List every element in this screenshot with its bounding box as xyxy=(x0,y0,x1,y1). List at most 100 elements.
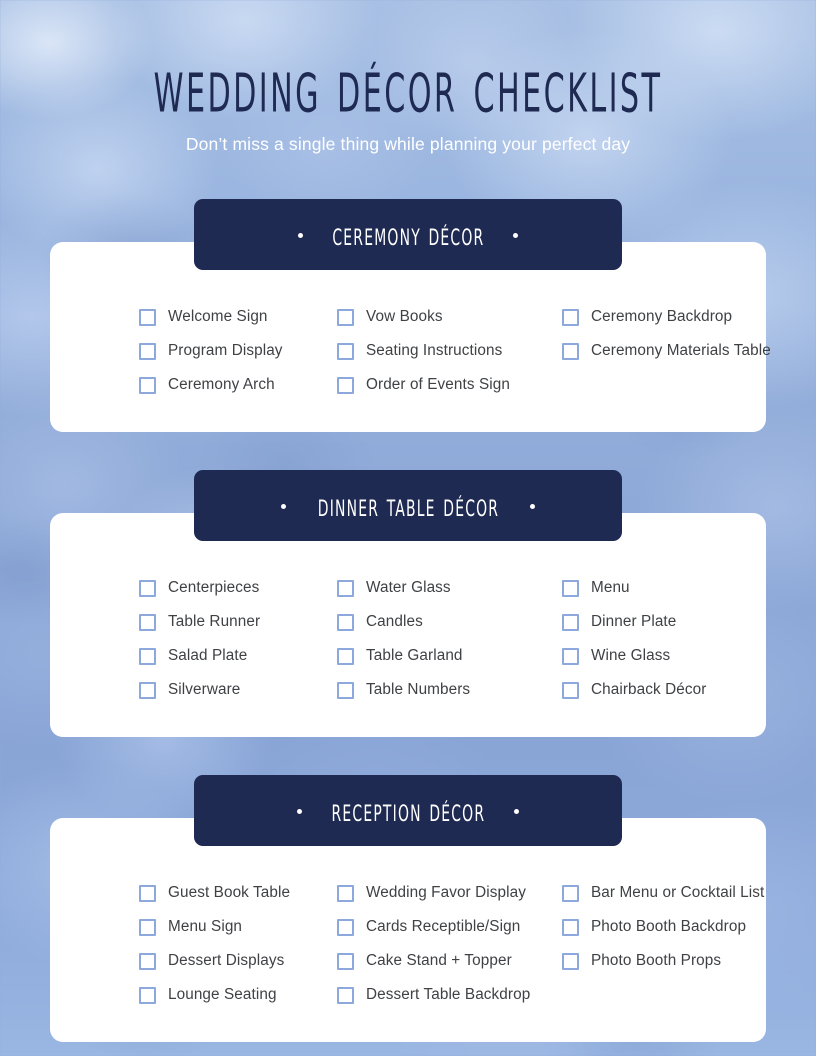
checklist-item-label: Photo Booth Props xyxy=(591,952,722,970)
page-subtitle: Don’t miss a single thing while planning… xyxy=(185,134,631,155)
checklist-item[interactable]: Bar Menu or Cocktail List xyxy=(562,876,764,910)
checklist-item-label: Wine Glass xyxy=(591,647,671,665)
checklist-item-label: Silverware xyxy=(168,681,241,699)
section-dinner: Dinner Table Décor Centerpieces Water Glas… xyxy=(0,470,816,738)
checkbox-icon[interactable] xyxy=(562,952,579,970)
checklist-item-label: Ceremony Materials Table xyxy=(591,342,771,360)
checklist-item-label: Guest Book Table xyxy=(168,884,291,902)
checkbox-icon[interactable] xyxy=(337,579,354,597)
checklist-item-label: Candles xyxy=(366,613,423,631)
checklist-item[interactable]: Water Glass xyxy=(337,571,562,605)
section-title-reception: Reception Décor xyxy=(331,792,485,830)
checklist-item[interactable]: Wine Glass xyxy=(562,639,746,673)
items-grid-ceremony: Welcome Sign Vow Books Ceremony Backdrop Pr… xyxy=(50,300,771,402)
checkbox-icon[interactable] xyxy=(337,681,354,699)
checklist-item[interactable]: Table Runner xyxy=(139,605,337,639)
checkbox-icon[interactable] xyxy=(337,376,354,394)
checklist-item[interactable]: Table Numbers xyxy=(337,673,562,707)
checkbox-icon[interactable] xyxy=(337,986,354,1004)
checklist-item[interactable]: Photo Booth Backdrop xyxy=(562,910,764,944)
checklist-item[interactable]: Vow Books xyxy=(337,300,562,334)
checklist-item-label: Vow Books xyxy=(366,308,443,326)
checklist-item[interactable]: Silverware xyxy=(139,673,337,707)
checklist-item[interactable]: Salad Plate xyxy=(139,639,337,673)
checklist-item[interactable]: Ceremony Backdrop xyxy=(562,300,771,334)
checkbox-icon[interactable] xyxy=(562,613,579,631)
checkbox-icon[interactable] xyxy=(139,647,156,665)
checkbox-icon[interactable] xyxy=(337,647,354,665)
checklist-item-label: Photo Booth Backdrop xyxy=(591,918,747,936)
checklist-item[interactable]: Ceremony Arch xyxy=(139,368,337,402)
checkbox-icon[interactable] xyxy=(139,986,156,1004)
checklist-item-label: Dessert Table Backdrop xyxy=(366,986,531,1004)
checklist-item[interactable]: Cake Stand + Topper xyxy=(337,944,562,978)
checkbox-icon[interactable] xyxy=(562,342,579,360)
checklist-item[interactable]: Order of Events Sign xyxy=(337,368,562,402)
checkbox-icon[interactable] xyxy=(139,579,156,597)
checklist-item-label: Cake Stand + Topper xyxy=(366,952,512,970)
checklist-item-label: Table Numbers xyxy=(366,681,471,699)
checklist-item[interactable]: Dessert Table Backdrop xyxy=(337,978,562,1012)
checkbox-icon[interactable] xyxy=(337,884,354,902)
page-header: Wedding Décor Checklist Don’t miss a sin… xyxy=(0,0,816,155)
checkbox-icon[interactable] xyxy=(562,681,579,699)
checkbox-icon[interactable] xyxy=(139,342,156,360)
checkbox-icon[interactable] xyxy=(139,681,156,699)
checklist-item-label: Order of Events Sign xyxy=(366,376,510,394)
section-header-ceremony: Ceremony Décor xyxy=(194,199,622,271)
checkbox-icon[interactable] xyxy=(139,613,156,631)
checklist-item[interactable]: Table Garland xyxy=(337,639,562,673)
checkbox-icon[interactable] xyxy=(562,579,579,597)
checklist-item[interactable]: Lounge Seating xyxy=(139,978,337,1012)
checkbox-icon[interactable] xyxy=(562,308,579,326)
checklist-item[interactable]: Dessert Displays xyxy=(139,944,337,978)
checklist-item[interactable]: Program Display xyxy=(139,334,337,368)
checklist-item[interactable]: Menu Sign xyxy=(139,910,337,944)
checklist-item[interactable]: Cards Receptible/Sign xyxy=(337,910,562,944)
checkbox-icon[interactable] xyxy=(337,342,354,360)
checklist-item[interactable]: Candles xyxy=(337,605,562,639)
checklist-item-label: Water Glass xyxy=(366,579,451,597)
checkbox-icon[interactable] xyxy=(337,308,354,326)
section-card-reception: Guest Book Table Wedding Favor Display Bar… xyxy=(50,818,766,1043)
checklist-item[interactable]: Welcome Sign xyxy=(139,300,337,334)
checklist-item-label: Lounge Seating xyxy=(168,986,277,1004)
checkbox-icon[interactable] xyxy=(337,613,354,631)
checklist-item[interactable]: Ceremony Materials Table xyxy=(562,334,771,368)
sections-container: Ceremony Décor Welcome Sign Vow Books Cerem… xyxy=(0,199,816,1043)
checkbox-icon[interactable] xyxy=(139,308,156,326)
checkbox-icon[interactable] xyxy=(139,376,156,394)
checklist-item[interactable]: Seating Instructions xyxy=(337,334,562,368)
checklist-item-label: Seating Instructions xyxy=(366,342,503,360)
section-card-ceremony: Welcome Sign Vow Books Ceremony Backdrop Pr… xyxy=(50,242,771,433)
checkbox-icon[interactable] xyxy=(562,884,579,902)
checkbox-icon[interactable] xyxy=(562,918,579,936)
checklist-item[interactable]: Photo Booth Props xyxy=(562,944,764,978)
checklist-item[interactable]: Dinner Plate xyxy=(562,605,746,639)
checklist-item-label: Menu xyxy=(591,579,630,597)
bullet-dot-icon xyxy=(280,504,286,510)
page-title: Wedding Décor Checklist xyxy=(153,40,663,131)
checklist-item[interactable]: Wedding Favor Display xyxy=(337,876,562,910)
checkbox-icon[interactable] xyxy=(139,918,156,936)
checkbox-icon[interactable] xyxy=(139,884,156,902)
bullet-dot-icon xyxy=(530,504,536,510)
checklist-item[interactable]: Menu xyxy=(562,571,746,605)
checklist-item[interactable]: Chairback Décor xyxy=(562,673,746,707)
checklist-item-label: Cards Receptible/Sign xyxy=(366,918,521,936)
items-grid-reception: Guest Book Table Wedding Favor Display Bar… xyxy=(50,876,766,1012)
section-header-reception: Reception Décor xyxy=(194,775,622,847)
checklist-item-label: Wedding Favor Display xyxy=(366,884,526,902)
checklist-item[interactable]: Centerpieces xyxy=(139,571,337,605)
bullet-dot-icon xyxy=(513,233,519,239)
checkbox-icon[interactable] xyxy=(337,918,354,936)
items-grid-dinner: Centerpieces Water Glass Menu Table Runner C… xyxy=(50,571,766,707)
bullet-dot-icon xyxy=(297,233,303,239)
checkbox-icon[interactable] xyxy=(139,952,156,970)
checklist-item[interactable]: Guest Book Table xyxy=(139,876,337,910)
checkbox-icon[interactable] xyxy=(562,647,579,665)
checklist-item-label: Table Garland xyxy=(366,647,463,665)
checkbox-icon[interactable] xyxy=(337,952,354,970)
checklist-item-label: Dinner Plate xyxy=(591,613,677,631)
checklist-item-label: Menu Sign xyxy=(168,918,243,936)
